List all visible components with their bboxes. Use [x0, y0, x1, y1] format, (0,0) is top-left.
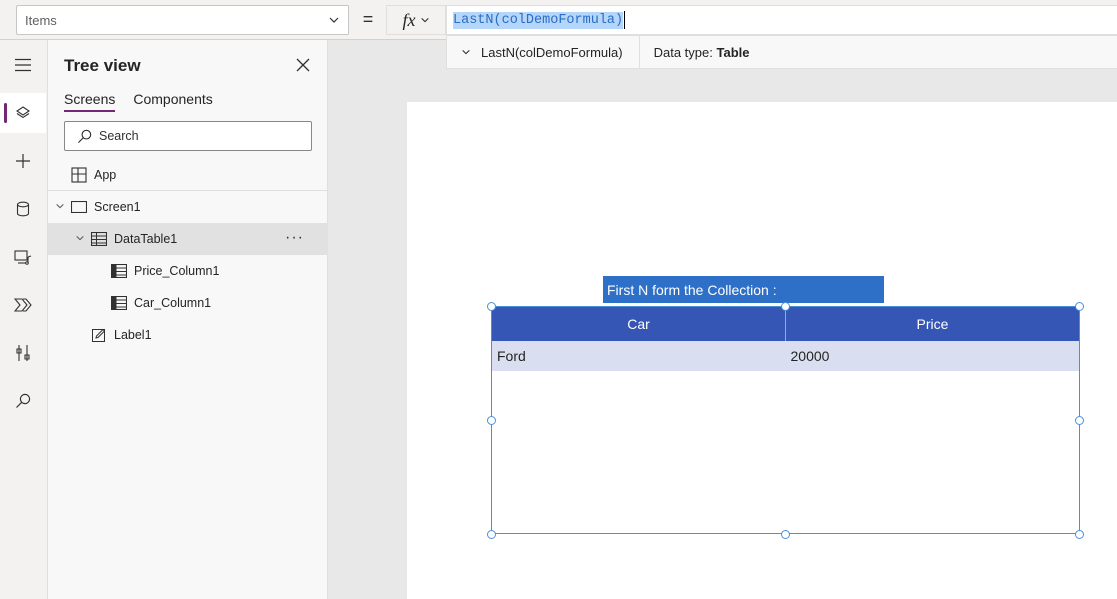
resize-handle[interactable]	[1075, 302, 1084, 311]
tree-item-label1[interactable]: Label1	[48, 319, 328, 351]
tree-item-app[interactable]: App	[48, 159, 328, 191]
tree-item-datatable1[interactable]: DataTable1 ···	[48, 223, 328, 255]
tree-item-label: Price_Column1	[134, 264, 220, 278]
table-row[interactable]: Ford 20000	[492, 341, 1079, 371]
data-type-info: Data type: Table	[640, 45, 750, 60]
close-panel-button[interactable]	[294, 56, 312, 74]
datatable-icon	[90, 231, 108, 247]
power-automate-button[interactable]	[0, 285, 46, 325]
data-button[interactable]	[0, 189, 46, 229]
tab-components[interactable]: Components	[133, 91, 212, 112]
label-edit-icon	[90, 327, 108, 343]
search-box[interactable]	[64, 121, 312, 151]
data-table[interactable]: Car Price Ford 20000	[491, 306, 1080, 534]
chevron-down-icon[interactable]	[74, 233, 86, 246]
hamburger-menu-button[interactable]	[0, 45, 46, 85]
tab-screens[interactable]: Screens	[64, 91, 116, 112]
resize-handle[interactable]	[487, 302, 496, 311]
formula-bar: Items = fx LastN(colDemoFormula)	[0, 0, 1117, 40]
tree-view-panel: Tree view Screens Components App Screen1	[48, 40, 328, 599]
database-icon	[16, 201, 30, 217]
result-expression: LastN(colDemoFormula)	[481, 44, 623, 60]
layers-icon	[16, 106, 30, 119]
tree-item-label: Car_Column1	[134, 296, 212, 310]
power-automate-icon	[14, 298, 32, 312]
resize-handle[interactable]	[487, 530, 496, 539]
tree-tabs: Screens Components	[64, 91, 213, 112]
tree-item-screen1[interactable]: Screen1	[48, 191, 328, 223]
fx-label: fx	[402, 9, 416, 30]
search-icon	[16, 393, 31, 408]
column-icon	[110, 263, 128, 279]
chevron-down-icon[interactable]	[54, 201, 66, 214]
search-button[interactable]	[0, 381, 46, 421]
tree-item-label: Label1	[114, 328, 152, 342]
plus-icon	[16, 154, 30, 168]
app-screen: First N form the Collection : Car Price …	[407, 102, 1117, 599]
screen-icon	[70, 199, 88, 215]
resize-handle[interactable]	[1075, 416, 1084, 425]
tree-item-label: DataTable1	[114, 232, 178, 246]
table-cell: Ford	[497, 348, 526, 364]
resize-handle[interactable]	[781, 530, 790, 539]
advanced-tools-button[interactable]	[0, 333, 46, 373]
column-header-car[interactable]: Car	[492, 307, 785, 341]
resize-handle[interactable]	[1075, 530, 1084, 539]
result-expression-toggle[interactable]: LastN(colDemoFormula)	[447, 36, 640, 68]
chevron-down-icon	[462, 49, 470, 55]
property-value: Items	[25, 12, 57, 28]
chevron-down-icon	[420, 17, 429, 23]
tools-icon	[16, 345, 30, 361]
formula-input[interactable]: LastN(colDemoFormula)	[446, 5, 1117, 35]
resize-handle[interactable]	[487, 416, 496, 425]
search-icon	[78, 129, 92, 143]
chevron-down-icon	[329, 17, 339, 23]
canvas-area: First N form the Collection : Car Price …	[329, 69, 1117, 599]
label-control[interactable]: First N form the Collection :	[603, 276, 884, 303]
insert-button[interactable]	[0, 141, 46, 181]
tree-item-label: Screen1	[94, 200, 141, 214]
fx-button[interactable]: fx	[386, 5, 446, 35]
column-header-price[interactable]: Price	[785, 307, 1079, 341]
text-caret	[624, 11, 626, 29]
left-rail	[0, 40, 48, 599]
media-icon	[14, 250, 32, 265]
formula-result-bar: LastN(colDemoFormula) Data type: Table	[446, 35, 1117, 69]
more-options-button[interactable]: ···	[285, 229, 304, 247]
tree-item-price-column1[interactable]: Price_Column1	[48, 255, 328, 287]
equals-sign: =	[362, 9, 374, 29]
table-cell: 20000	[790, 348, 830, 364]
tree-view-button[interactable]	[0, 93, 46, 133]
resize-handle[interactable]	[781, 302, 790, 311]
hamburger-icon	[15, 58, 31, 72]
tree-item-car-column1[interactable]: Car_Column1	[48, 287, 328, 319]
panel-title: Tree view	[64, 56, 141, 75]
column-icon	[110, 295, 128, 311]
formula-text: LastN(colDemoFormula)	[453, 11, 624, 29]
table-header: Car Price	[492, 307, 1079, 341]
close-icon	[296, 58, 310, 72]
media-button[interactable]	[0, 237, 46, 277]
data-type-value: Table	[716, 44, 750, 60]
property-dropdown[interactable]: Items	[16, 5, 349, 35]
app-icon	[70, 167, 88, 183]
search-input[interactable]	[99, 129, 311, 143]
tree-item-label: App	[94, 168, 117, 182]
data-type-label: Data type:	[653, 44, 713, 60]
